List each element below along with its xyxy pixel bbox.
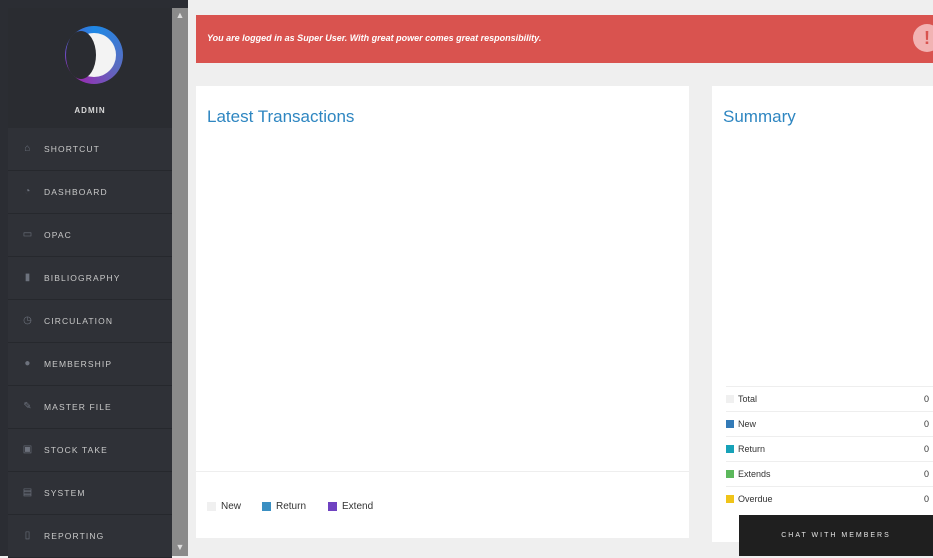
sidebar-item-label: SYSTEM xyxy=(44,488,86,498)
sidebar-panel: ADMIN ⌂ SHORTCUT ◔ DASHBOARD ▭ OPAC ▮ BI… xyxy=(8,8,172,558)
sidebar-item-label: MASTER FILE xyxy=(44,402,112,412)
logo xyxy=(65,26,123,84)
dashboard-icon: ◔ xyxy=(24,186,32,197)
summary-value: 0 xyxy=(923,494,929,504)
panel-title: Summary xyxy=(723,107,796,126)
sidebar-scrollbar[interactable] xyxy=(172,8,188,556)
sidebar-item-system[interactable]: ▤ SYSTEM xyxy=(8,472,172,515)
exclamation-icon: ! xyxy=(913,24,933,52)
sidebar: ADMIN ⌂ SHORTCUT ◔ DASHBOARD ▭ OPAC ▮ BI… xyxy=(0,0,188,558)
briefcase-icon: ▣ xyxy=(22,444,34,455)
summary-swatch xyxy=(726,470,734,478)
summary-row-overdue: Overdue 0 xyxy=(726,486,933,511)
sidebar-item-label: OPAC xyxy=(44,230,72,240)
panel-title: Latest Transactions xyxy=(207,107,355,126)
sidebar-item-opac[interactable]: ▭ OPAC xyxy=(8,214,172,257)
chat-with-members-button[interactable]: CHAT WITH MEMBERS xyxy=(739,515,933,556)
legend-swatch xyxy=(328,502,337,511)
legend-label: Return xyxy=(276,501,307,512)
sidebar-item-label: SHORTCUT xyxy=(44,144,100,154)
summary-table: Total 0 New 0 Return 0 Extends 0 Overdue… xyxy=(726,386,933,511)
legend-item-return: Return xyxy=(262,501,306,512)
home-icon: ⌂ xyxy=(24,143,32,154)
summary-label: Return xyxy=(738,444,766,454)
sidebar-item-reporting[interactable]: ▯ REPORTING xyxy=(8,515,172,558)
summary-swatch xyxy=(726,445,734,453)
summary-swatch xyxy=(726,395,734,403)
summary-label: Total xyxy=(738,394,758,404)
user-icon: ● xyxy=(24,358,32,369)
clock-icon: ◷ xyxy=(23,315,33,326)
legend-label: Extend xyxy=(342,501,374,512)
summary-label: New xyxy=(738,419,757,429)
summary-row-return: Return 0 xyxy=(726,436,933,461)
pencil-icon: ✎ xyxy=(23,401,33,412)
sidebar-item-membership[interactable]: ● MEMBERSHIP xyxy=(8,343,172,386)
scroll-up-icon[interactable]: ▲ xyxy=(175,10,185,20)
legend-item-new: New xyxy=(207,501,241,512)
sidebar-item-circulation[interactable]: ◷ CIRCULATION xyxy=(8,300,172,343)
sidebar-item-label: BIBLIOGRAPHY xyxy=(44,273,121,283)
summary-label: Overdue xyxy=(738,494,773,504)
summary-row-new: New 0 xyxy=(726,411,933,436)
file-icon: ▯ xyxy=(24,530,32,541)
sidebar-item-label: DASHBOARD xyxy=(44,187,108,197)
summary-value: 0 xyxy=(923,444,929,454)
sidebar-item-master-file[interactable]: ✎ MASTER FILE xyxy=(8,386,172,429)
legend-swatch xyxy=(207,502,216,511)
scroll-down-icon[interactable]: ▼ xyxy=(175,542,185,552)
summary-panel: Summary Total 0 New 0 Return 0 Extends 0… xyxy=(712,86,933,542)
chart-legend: New Return Extend xyxy=(196,471,689,538)
summary-value: 0 xyxy=(923,469,929,479)
sidebar-item-label: CIRCULATION xyxy=(44,316,114,326)
sidebar-item-dashboard[interactable]: ◔ DASHBOARD xyxy=(8,171,172,214)
alert-banner: You are logged in as Super User. With gr… xyxy=(196,15,933,63)
sidebar-item-label: REPORTING xyxy=(44,531,105,541)
sidebar-menu: ⌂ SHORTCUT ◔ DASHBOARD ▭ OPAC ▮ BIBLIOGR… xyxy=(8,128,172,558)
summary-swatch xyxy=(726,495,734,503)
legend-swatch xyxy=(262,502,271,511)
legend-item-extend: Extend xyxy=(328,501,373,512)
alert-text: You are logged in as Super User. With gr… xyxy=(207,33,542,43)
user-label: ADMIN xyxy=(74,106,106,115)
summary-label: Extends xyxy=(738,469,771,479)
bookmark-icon: ▮ xyxy=(24,272,32,283)
sidebar-item-shortcut[interactable]: ⌂ SHORTCUT xyxy=(8,128,172,171)
sidebar-item-stock-take[interactable]: ▣ STOCK TAKE xyxy=(8,429,172,472)
summary-row-extends: Extends 0 xyxy=(726,461,933,486)
summary-row-total: Total 0 xyxy=(726,386,933,411)
logo-area: ADMIN xyxy=(8,8,172,128)
keyboard-icon: ▤ xyxy=(22,487,34,498)
summary-swatch xyxy=(726,420,734,428)
sidebar-item-label: STOCK TAKE xyxy=(44,445,108,455)
sidebar-item-bibliography[interactable]: ▮ BIBLIOGRAPHY xyxy=(8,257,172,300)
desktop-icon: ▭ xyxy=(22,229,34,240)
sidebar-item-label: MEMBERSHIP xyxy=(44,359,113,369)
summary-value: 0 xyxy=(923,419,929,429)
latest-transactions-panel: Latest Transactions New Return Extend xyxy=(196,86,689,538)
summary-value: 0 xyxy=(923,394,929,404)
legend-label: New xyxy=(221,501,242,512)
